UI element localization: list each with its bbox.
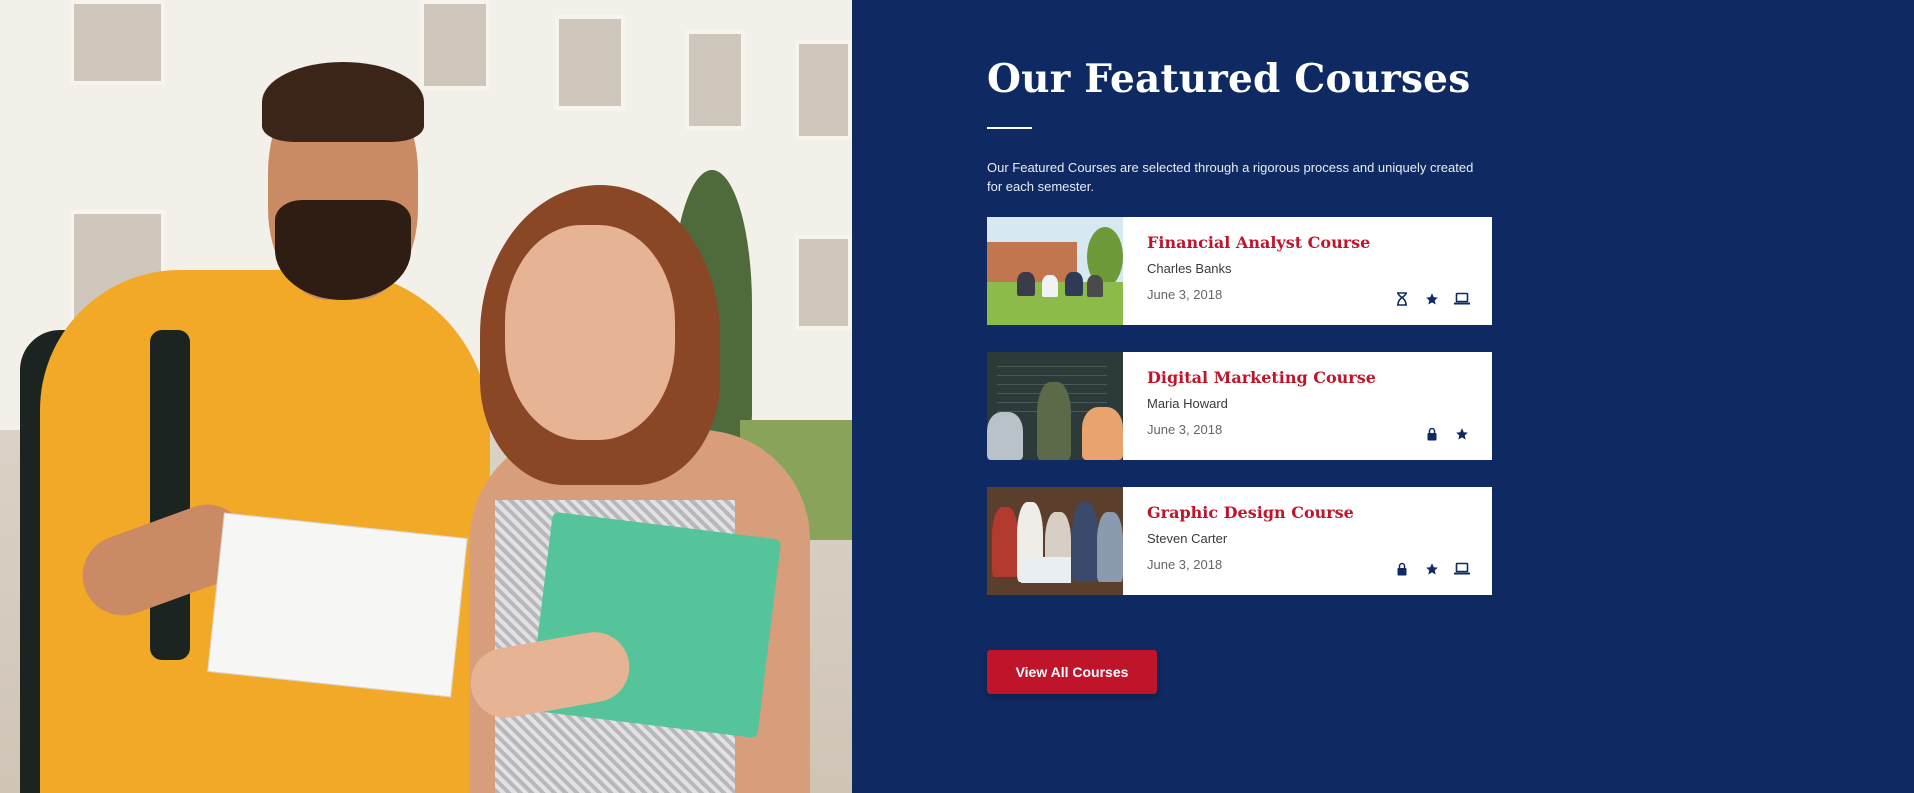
course-list: Financial Analyst Course Charles Banks J… [987, 216, 1492, 595]
building-window [795, 235, 852, 330]
thumbnail-student [1072, 501, 1098, 582]
course-icons [1424, 426, 1470, 442]
laptop-icon [1454, 561, 1470, 577]
course-card-digital-marketing[interactable]: Digital Marketing Course Maria Howard Ju… [987, 351, 1492, 460]
building-window [555, 15, 625, 110]
hero-photo [0, 0, 852, 793]
building-window [795, 40, 852, 140]
course-card-graphic-design[interactable]: Graphic Design Course Steven Carter June… [987, 486, 1492, 595]
star-icon [1424, 561, 1440, 577]
view-all-courses-button[interactable]: View All Courses [987, 649, 1157, 694]
thumbnail-student [1042, 274, 1058, 297]
course-card-financial-analyst[interactable]: Financial Analyst Course Charles Banks J… [987, 216, 1492, 325]
thumbnail-student [1097, 511, 1123, 582]
lock-icon [1394, 561, 1410, 577]
course-thumbnail[interactable] [987, 486, 1123, 595]
thumbnail-student [1017, 271, 1035, 296]
title-divider [987, 126, 1032, 129]
course-instructor: Steven Carter [1147, 530, 1228, 546]
course-thumbnail[interactable] [987, 351, 1123, 460]
star-icon [1454, 426, 1470, 442]
hourglass-icon [1394, 291, 1410, 307]
course-instructor: Charles Banks [1147, 260, 1232, 276]
section-title: Our Featured Courses [987, 56, 1471, 102]
section-description: Our Featured Courses are selected throug… [987, 159, 1474, 194]
woman-face [505, 225, 675, 440]
man-hair [262, 62, 424, 142]
course-icons [1394, 291, 1470, 307]
course-title[interactable]: Financial Analyst Course [1147, 233, 1468, 253]
laptop-icon [1454, 291, 1470, 307]
course-thumbnail[interactable] [987, 216, 1123, 325]
course-title[interactable]: Digital Marketing Course [1147, 368, 1468, 388]
thumbnail-laptop [1021, 556, 1071, 583]
course-icons [1394, 561, 1470, 577]
backpack-strap [150, 330, 190, 660]
thumbnail-student [1087, 274, 1103, 297]
thumbnail-student [1082, 406, 1123, 460]
course-date: June 3, 2018 [1147, 421, 1223, 437]
building-window [420, 0, 490, 90]
star-icon [1424, 291, 1440, 307]
course-title[interactable]: Graphic Design Course [1147, 503, 1468, 523]
building-window [685, 30, 745, 130]
thumbnail-student [992, 506, 1018, 577]
thumbnail-teacher [1037, 381, 1071, 460]
featured-courses-section: Our Featured Courses Our Featured Course… [987, 56, 1492, 694]
lock-icon [1424, 426, 1440, 442]
course-instructor: Maria Howard [1147, 395, 1228, 411]
building-window [70, 0, 165, 85]
thumbnail-student [1065, 271, 1083, 296]
course-info: Digital Marketing Course Maria Howard Ju… [1123, 352, 1492, 460]
course-info: Financial Analyst Course Charles Banks J… [1123, 217, 1492, 325]
course-info: Graphic Design Course Steven Carter June… [1123, 487, 1492, 595]
man-beard [275, 200, 411, 300]
paper-notebook [207, 512, 468, 698]
thumbnail-student [987, 411, 1023, 460]
